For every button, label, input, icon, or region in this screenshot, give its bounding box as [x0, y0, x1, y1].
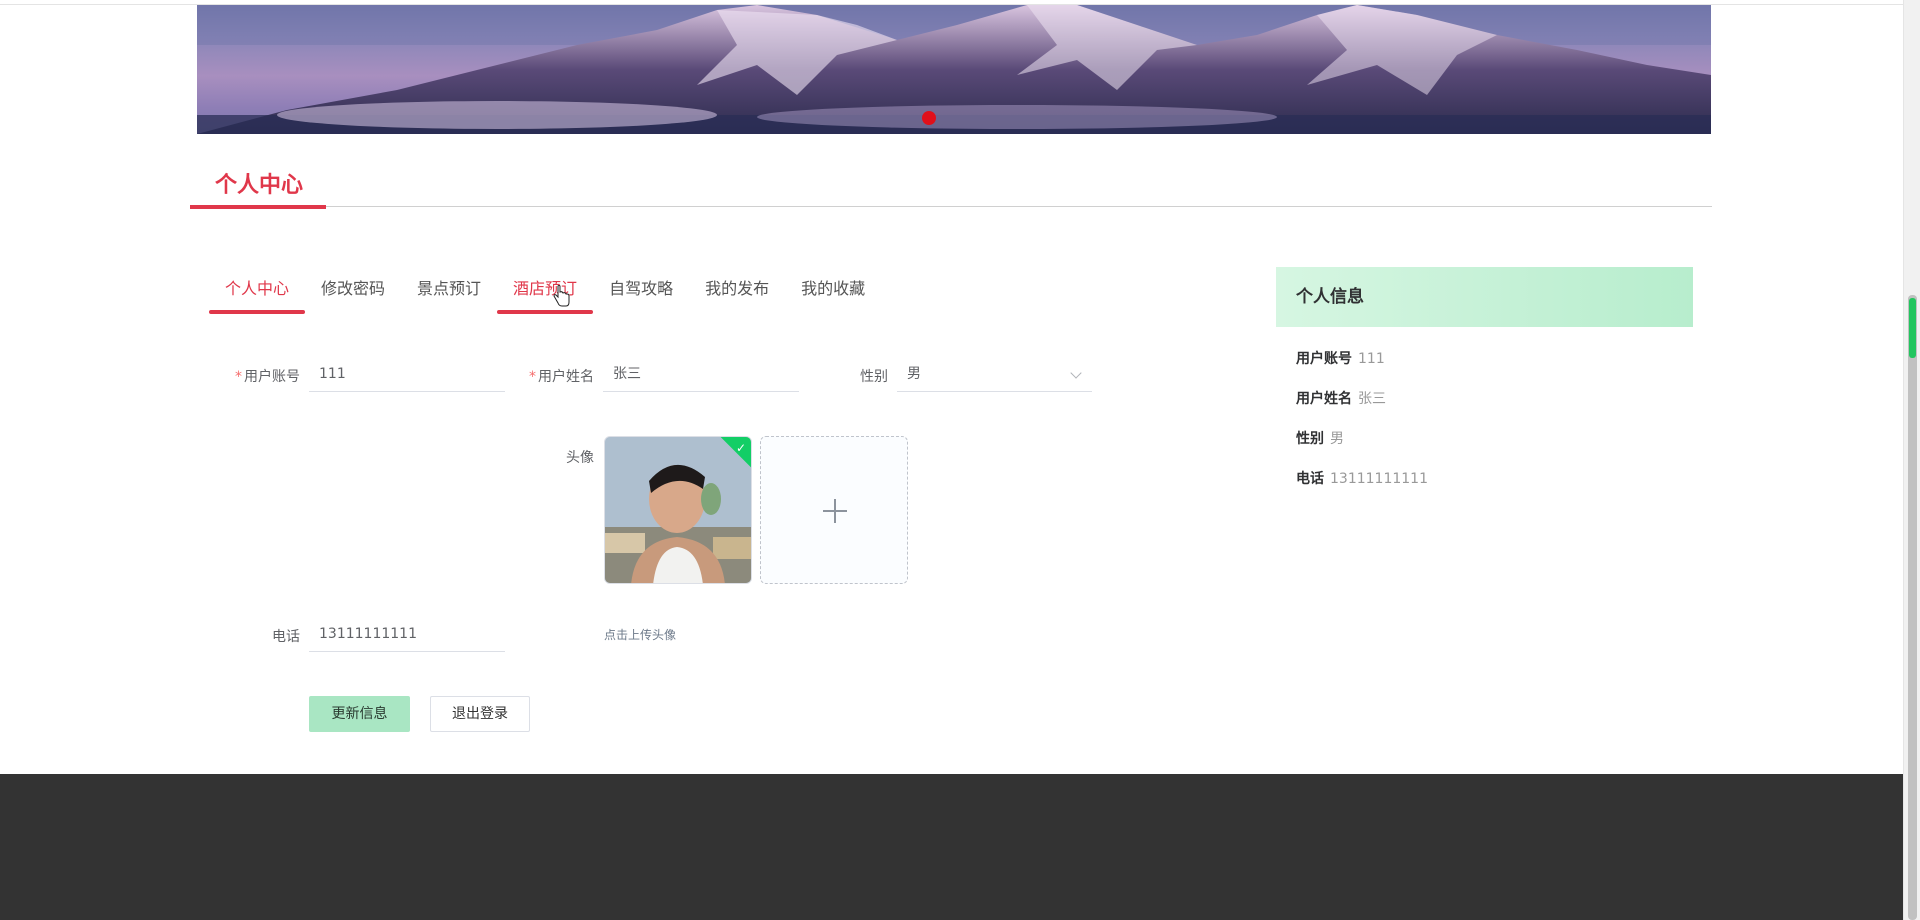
info-gender-row: 性别男 — [1296, 431, 1344, 447]
gender-label: 性别 — [860, 369, 888, 385]
tab-hotel-booking[interactable]: 酒店预订 — [497, 274, 594, 314]
tab-my-posts[interactable]: 我的发布 — [689, 274, 785, 314]
personal-info-panel: 个人信息 — [1276, 267, 1693, 327]
avatar-photo — [605, 437, 751, 583]
page-footer — [0, 774, 1903, 920]
name-label: * 用户姓名 — [529, 369, 594, 385]
info-name-row: 用户姓名 张三 — [1296, 391, 1386, 407]
tab-change-password[interactable]: 修改密码 — [305, 274, 401, 314]
info-account-row: 用户账号 111 — [1296, 351, 1385, 367]
avatar-image[interactable]: ✓ — [604, 436, 752, 584]
logout-button[interactable]: 退出登录 — [430, 696, 530, 732]
phone-label: 电话 — [272, 629, 300, 645]
scrollbar-accent — [1909, 298, 1916, 358]
profile-tabs: 个人中心 修改密码 景点预订 酒店预订 自驾攻略 我的发布 我的收藏 — [209, 274, 881, 314]
section-title-underline — [190, 205, 326, 209]
avatar-upload-button[interactable] — [760, 436, 908, 584]
mountain-image — [197, 5, 1711, 134]
section-header: 个人中心 — [190, 162, 1712, 209]
section-title: 个人中心 — [215, 173, 304, 198]
chevron-down-icon — [1070, 367, 1082, 379]
update-info-button[interactable]: 更新信息 — [309, 696, 410, 732]
name-input[interactable]: 张三 — [603, 356, 799, 392]
info-phone-row: 电话 13111111111 — [1296, 471, 1428, 487]
tab-attraction-booking[interactable]: 景点预订 — [401, 274, 497, 314]
account-input[interactable]: 111 — [309, 356, 505, 392]
account-label: * 用户账号 — [235, 369, 300, 385]
phone-input[interactable]: 13111111111 — [309, 616, 505, 652]
carousel-indicator-dot[interactable] — [922, 111, 936, 125]
upload-tip: 点击上传头像 — [604, 628, 677, 642]
check-icon: ✓ — [735, 441, 746, 455]
scrollbar-thumb[interactable] — [1908, 295, 1917, 920]
page: 个人中心 个人中心 修改密码 景点预订 酒店预订 自驾攻略 我的发布 我的收藏 … — [0, 0, 1920, 920]
tab-personal-center[interactable]: 个人中心 — [209, 274, 306, 314]
avatar-label: 头像 — [566, 450, 594, 466]
vertical-scrollbar[interactable] — [1903, 0, 1920, 920]
tab-driving-guide[interactable]: 自驾攻略 — [593, 274, 689, 314]
hand-pointer-icon — [553, 285, 570, 307]
gender-select[interactable]: 男 — [897, 356, 1092, 392]
info-panel-title: 个人信息 — [1276, 267, 1693, 327]
tab-my-favorites[interactable]: 我的收藏 — [785, 274, 881, 314]
banner-carousel[interactable] — [197, 5, 1711, 134]
